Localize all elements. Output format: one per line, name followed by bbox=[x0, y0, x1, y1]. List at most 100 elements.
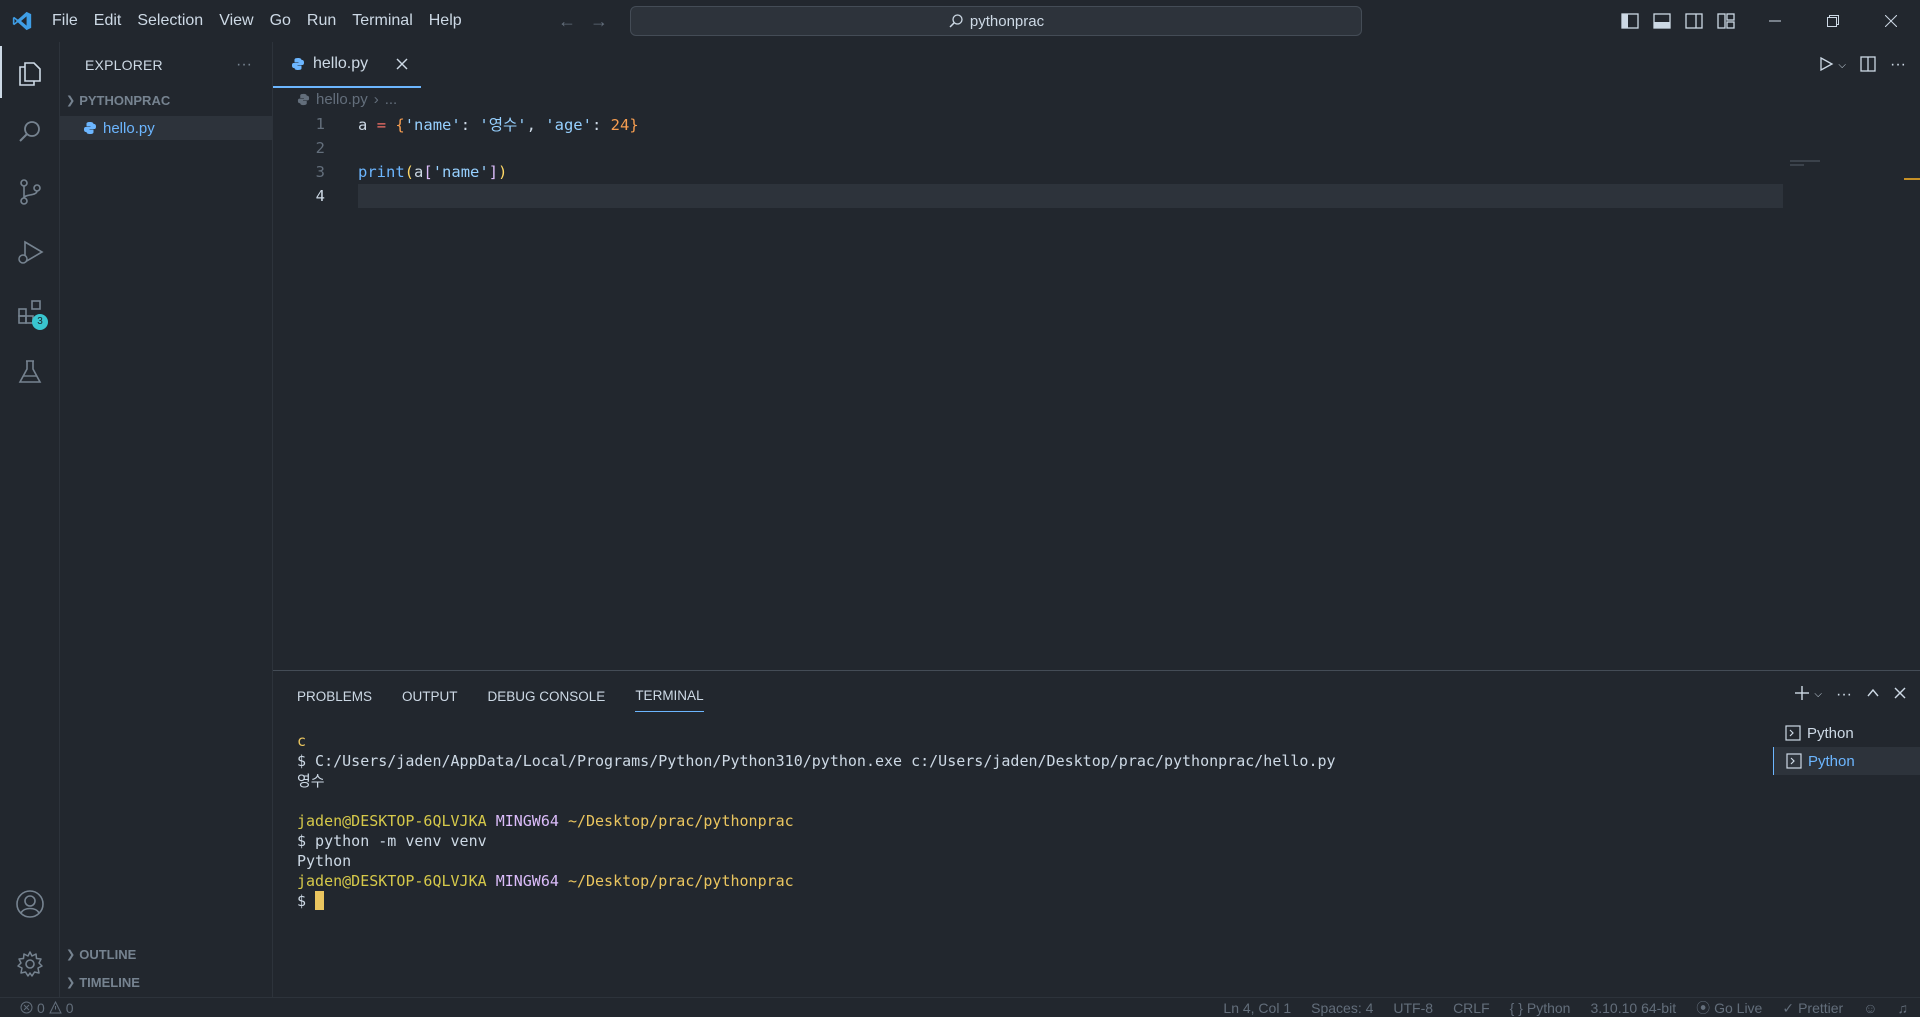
chevron-down-icon: ❯ bbox=[66, 94, 76, 107]
navigation-arrows: ← → bbox=[558, 0, 608, 42]
breadcrumb-file[interactable]: hello.py bbox=[316, 91, 368, 108]
manage-gear-icon[interactable] bbox=[0, 934, 60, 994]
terminal-cursor bbox=[315, 891, 325, 910]
extensions-icon[interactable]: 3 bbox=[0, 282, 60, 342]
chevron-right-icon: ❯ bbox=[66, 976, 76, 989]
terminal-list: Python Python bbox=[1773, 719, 1920, 775]
maximize-panel-chevron-up-icon[interactable] bbox=[1866, 686, 1880, 703]
line-content: print(a['name']) bbox=[358, 163, 508, 181]
tab-output[interactable]: OUTPUT bbox=[402, 681, 458, 712]
tab-hello-py[interactable]: hello.py bbox=[273, 42, 421, 88]
close-window-icon[interactable] bbox=[1862, 0, 1920, 42]
vscode-logo-icon[interactable] bbox=[0, 0, 44, 42]
terminal-entry-label: Python bbox=[1807, 724, 1854, 742]
layout-controls bbox=[1620, 0, 1736, 42]
menu-bar: File Edit Selection View Go Run Terminal… bbox=[44, 0, 470, 42]
search-activity-icon[interactable] bbox=[0, 102, 60, 162]
encoding[interactable]: UTF-8 bbox=[1393, 1000, 1433, 1016]
tab-label: hello.py bbox=[313, 55, 369, 72]
back-arrow-icon[interactable]: ← bbox=[558, 11, 576, 32]
menu-selection[interactable]: Selection bbox=[129, 0, 211, 42]
menu-file[interactable]: File bbox=[44, 0, 86, 42]
prettier[interactable]: ✓ Prettier bbox=[1782, 1000, 1843, 1017]
error-count: 0 bbox=[37, 999, 45, 1016]
menu-help[interactable]: Help bbox=[421, 0, 470, 42]
outline-section-header[interactable]: ❯ OUTLINE bbox=[60, 942, 272, 966]
feedback-icon[interactable]: ☺ bbox=[1863, 1000, 1877, 1016]
python-interpreter[interactable]: 3.10.10 64-bit bbox=[1590, 1000, 1676, 1016]
code-line: 4 bbox=[273, 184, 1920, 208]
tab-debug-console[interactable]: DEBUG CONSOLE bbox=[488, 681, 606, 712]
status-problems[interactable]: 0 0 bbox=[0, 1000, 74, 1016]
command-center[interactable]: pythonprac bbox=[630, 6, 1362, 36]
timeline-section-header[interactable]: ❯ TIMELINE bbox=[60, 970, 272, 994]
line-number: 1 bbox=[315, 115, 325, 133]
notifications-bell-icon[interactable]: ♫ bbox=[1898, 1000, 1909, 1016]
toggle-secondary-sidebar-icon[interactable] bbox=[1684, 11, 1704, 31]
panel-more-icon[interactable]: ··· bbox=[1836, 686, 1852, 704]
run-debug-icon[interactable] bbox=[0, 222, 60, 282]
testing-icon[interactable] bbox=[0, 342, 60, 402]
window-controls bbox=[1746, 0, 1920, 42]
toggle-panel-icon[interactable] bbox=[1652, 11, 1672, 31]
panel-actions: ⌵ ··· bbox=[1794, 685, 1906, 704]
menu-terminal[interactable]: Terminal bbox=[344, 0, 420, 42]
sidebar-explorer: EXPLORER ··· ❯ PYTHONPRAC hello.py ❯ OUT… bbox=[60, 42, 273, 997]
bottom-panel: PROBLEMS OUTPUT DEBUG CONSOLE TERMINAL ⌵… bbox=[273, 670, 1920, 997]
go-live[interactable]: ⦿ Go Live bbox=[1696, 998, 1762, 1017]
indentation[interactable]: Spaces: 4 bbox=[1311, 1000, 1373, 1016]
chevron-right-icon: ❯ bbox=[66, 948, 76, 961]
breadcrumb-more[interactable]: ... bbox=[385, 91, 398, 108]
editor-more-icon[interactable]: ··· bbox=[1890, 56, 1906, 74]
panel-tabs: PROBLEMS OUTPUT DEBUG CONSOLE TERMINAL bbox=[273, 671, 1920, 721]
menu-run[interactable]: Run bbox=[299, 0, 344, 42]
folder-section-header[interactable]: ❯ PYTHONPRAC bbox=[60, 88, 272, 112]
close-tab-icon[interactable] bbox=[393, 55, 411, 73]
end-of-line[interactable]: CRLF bbox=[1453, 1000, 1490, 1016]
line-number: 4 bbox=[315, 187, 325, 205]
split-editor-icon[interactable] bbox=[1860, 55, 1876, 75]
terminal-icon bbox=[1786, 753, 1802, 769]
terminal-prompt-line: $ bbox=[297, 891, 1737, 911]
accounts-icon[interactable] bbox=[0, 874, 60, 934]
minimap[interactable] bbox=[1790, 160, 1822, 166]
terminal-entry-active[interactable]: Python bbox=[1773, 747, 1920, 775]
source-control-icon[interactable] bbox=[0, 162, 60, 222]
forward-arrow-icon[interactable]: → bbox=[590, 11, 608, 32]
file-item-hello-py[interactable]: hello.py bbox=[60, 116, 272, 140]
code-line: 3 print(a['name']) bbox=[273, 160, 1920, 184]
tab-terminal[interactable]: TERMINAL bbox=[635, 680, 704, 712]
customize-layout-icon[interactable] bbox=[1716, 11, 1736, 31]
new-terminal-plus-icon[interactable] bbox=[1794, 685, 1810, 704]
menu-go[interactable]: Go bbox=[262, 0, 299, 42]
terminal-line: Python bbox=[297, 852, 352, 870]
close-panel-icon[interactable] bbox=[1894, 687, 1906, 702]
more-actions-icon[interactable]: ··· bbox=[236, 56, 252, 74]
tab-problems[interactable]: PROBLEMS bbox=[297, 681, 372, 712]
sidebar-header: EXPLORER ··· bbox=[60, 42, 272, 88]
file-name: hello.py bbox=[103, 119, 155, 137]
broadcast-icon: ⦿ bbox=[1696, 1000, 1711, 1016]
python-file-icon bbox=[292, 58, 304, 70]
extensions-badge: 3 bbox=[32, 314, 48, 330]
terminal-dropdown-chevron-icon[interactable]: ⌵ bbox=[1814, 689, 1822, 700]
terminal-output[interactable]: c $ C:/Users/jaden/AppData/Local/Program… bbox=[297, 731, 1737, 911]
breadcrumb: hello.py › ... bbox=[273, 88, 1920, 110]
menu-edit[interactable]: Edit bbox=[86, 0, 130, 42]
minimize-icon[interactable] bbox=[1746, 0, 1804, 42]
status-right: Ln 4, Col 1 Spaces: 4 UTF-8 CRLF { } Pyth… bbox=[1223, 998, 1908, 1017]
terminal-entry-label: Python bbox=[1808, 752, 1855, 770]
warning-count: 0 bbox=[65, 999, 74, 1016]
language-mode[interactable]: { } Python bbox=[1510, 1000, 1571, 1016]
cursor-position[interactable]: Ln 4, Col 1 bbox=[1223, 1000, 1291, 1016]
menu-view[interactable]: View bbox=[211, 0, 261, 42]
explorer-icon[interactable] bbox=[0, 42, 60, 102]
code-editor[interactable]: 1 a = {'name': '영수', 'age': 24} 2 3 prin… bbox=[273, 112, 1920, 208]
terminal-entry[interactable]: Python bbox=[1773, 719, 1920, 747]
toggle-primary-sidebar-icon[interactable] bbox=[1620, 11, 1640, 31]
run-dropdown-chevron-icon[interactable]: ⌵ bbox=[1838, 60, 1846, 71]
line-number: 2 bbox=[315, 139, 325, 157]
restore-icon[interactable] bbox=[1804, 0, 1862, 42]
run-python-file-icon[interactable] bbox=[1818, 56, 1834, 75]
